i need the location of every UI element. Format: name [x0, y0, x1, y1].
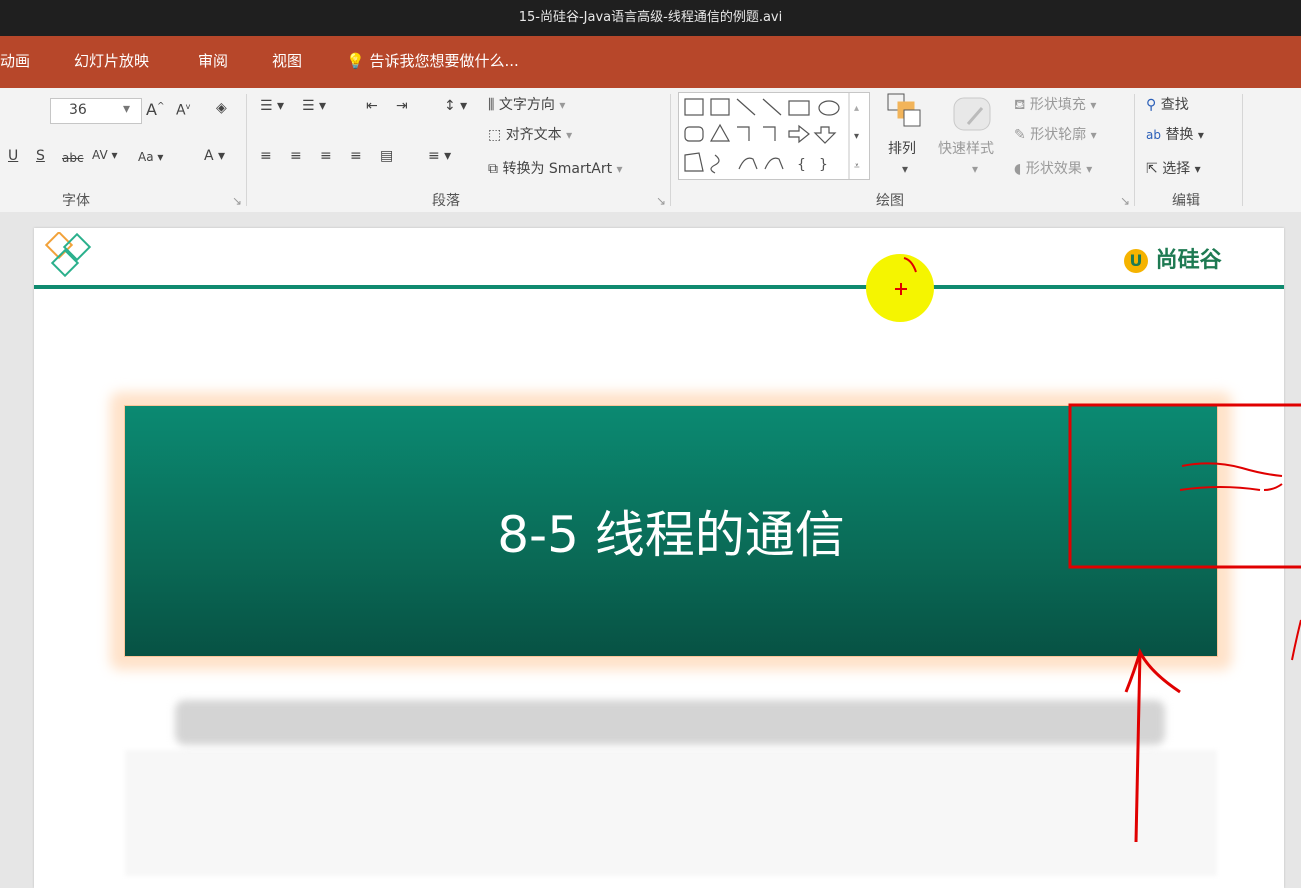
- annotation-overlay: [895, 257, 1301, 843]
- up-arrow-annotation: [1124, 647, 1181, 843]
- red-rectangle-annotation: [1068, 403, 1301, 569]
- edge-mark-annotation: [1291, 619, 1301, 661]
- pointing-hand-annotation: [1179, 462, 1283, 491]
- cursor-crosshair-icon: [895, 257, 917, 295]
